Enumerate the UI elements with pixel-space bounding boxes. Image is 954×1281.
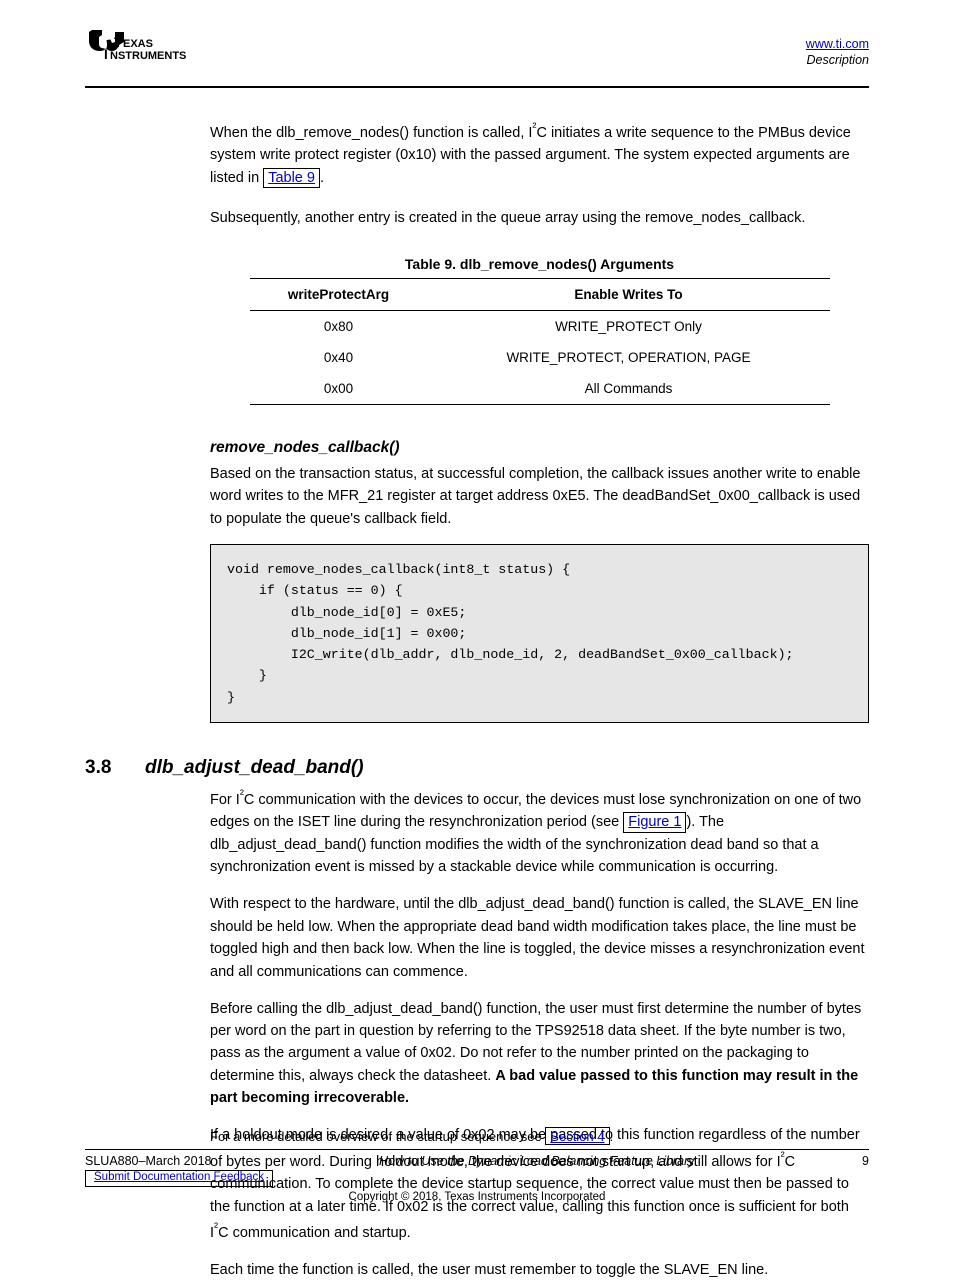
footer-copyright: Copyright © 2018, Texas Instruments Inco… (85, 1191, 869, 1203)
table-row: 0x00All Commands (250, 373, 830, 405)
code-block: void remove_nodes_callback(int8_t status… (210, 544, 869, 723)
sec38-p2: With respect to the hardware, until the … (210, 893, 869, 983)
header-url[interactable]: www.ti.com (806, 37, 869, 51)
page-header: T EXAS I NSTRUMENTS www.ti.com Descripti… (85, 30, 869, 80)
ti-logo: T EXAS I NSTRUMENTS (85, 30, 215, 80)
arguments-table: writeProtectArg Enable Writes To 0x80WRI… (250, 278, 830, 405)
feedback-link[interactable]: Submit Documentation Feedback (94, 1171, 264, 1183)
table-caption: Table 9. dlb_remove_nodes() Arguments (210, 256, 869, 272)
header-section: Description (806, 53, 869, 67)
section-3-8-heading: 3.8dlb_adjust_dead_band() (85, 757, 869, 779)
footer-title: How to Use the Dynamic Load Balancing Fe… (211, 1154, 862, 1168)
sec38-p5: Each time the function is called, the us… (210, 1259, 869, 1281)
svg-text:I: I (104, 47, 108, 62)
intro-paragraph-1: When the dlb_remove_nodes() function is … (210, 118, 869, 189)
remove-nodes-heading: remove_nodes_callback() (210, 439, 869, 457)
sec38-p1: For I²C communication with the devices t… (210, 785, 869, 879)
svg-text:EXAS: EXAS (123, 38, 153, 50)
sec38-p3: Before calling the dlb_adjust_dead_band(… (210, 998, 869, 1110)
table-header-cell: writeProtectArg (250, 278, 428, 310)
svg-text:T: T (114, 35, 123, 50)
section4-link[interactable]: Section 4 (550, 1129, 604, 1144)
table-row: 0x80WRITE_PROTECT Only (250, 310, 830, 342)
header-right: www.ti.com Description (806, 30, 869, 69)
intro-paragraph-2: Subsequently, another entry is created i… (210, 207, 869, 229)
footer-doc-id: SLUA880–March 2018 (85, 1154, 211, 1168)
header-rule (85, 86, 869, 88)
table-header-cell: Enable Writes To (427, 278, 829, 310)
page-footer: For a more detailed overview of the star… (85, 1127, 869, 1203)
table9-link[interactable]: Table 9 (268, 170, 315, 186)
footer-top-note: For a more detailed overview of the star… (210, 1127, 869, 1146)
table-row: 0x40WRITE_PROTECT, OPERATION, PAGE (250, 342, 830, 373)
svg-text:NSTRUMENTS: NSTRUMENTS (110, 50, 186, 62)
footer-rule (85, 1149, 869, 1150)
figure1-link[interactable]: Figure 1 (628, 814, 681, 830)
footer-page-number: 9 (862, 1154, 869, 1168)
remove-nodes-prose: Based on the transaction status, at succ… (210, 463, 869, 530)
